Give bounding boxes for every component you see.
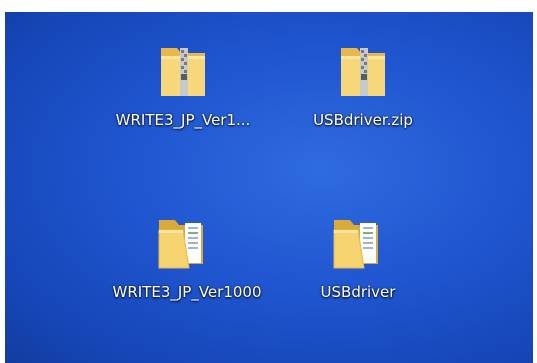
screenshot-frame: WRITE3_JP_Ver1... USBdriver.zip WRITE3_J…	[0, 0, 537, 363]
desktop-icon-label: WRITE3_JP_Ver1000	[112, 283, 262, 301]
desktop[interactable]: WRITE3_JP_Ver1... USBdriver.zip WRITE3_J…	[5, 12, 533, 363]
desktop-icon-write3-zip[interactable]: WRITE3_JP_Ver1...	[108, 40, 258, 131]
folder-icon	[153, 212, 213, 272]
zip-folder-icon	[333, 40, 393, 100]
desktop-icon-usbdriver-folder[interactable]: USBdriver	[283, 212, 433, 303]
desktop-icon-label: WRITE3_JP_Ver1...	[115, 111, 251, 129]
desktop-icon-label: USBdriver	[320, 283, 396, 301]
desktop-icon-label: USBdriver.zip	[313, 111, 413, 129]
zip-folder-icon	[153, 40, 213, 100]
desktop-icon-write3-folder[interactable]: WRITE3_JP_Ver1000	[108, 212, 262, 303]
folder-icon	[328, 212, 388, 272]
desktop-icon-usbdriver-zip[interactable]: USBdriver.zip	[288, 40, 438, 131]
